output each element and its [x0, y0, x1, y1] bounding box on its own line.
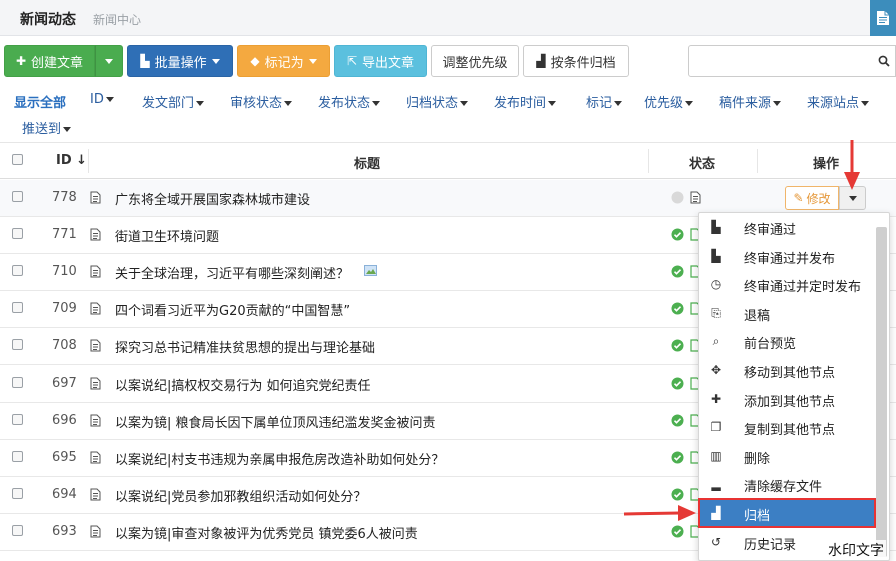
watermark-text: 水印文字 — [826, 540, 886, 560]
annotation-arrows — [623, 140, 860, 521]
